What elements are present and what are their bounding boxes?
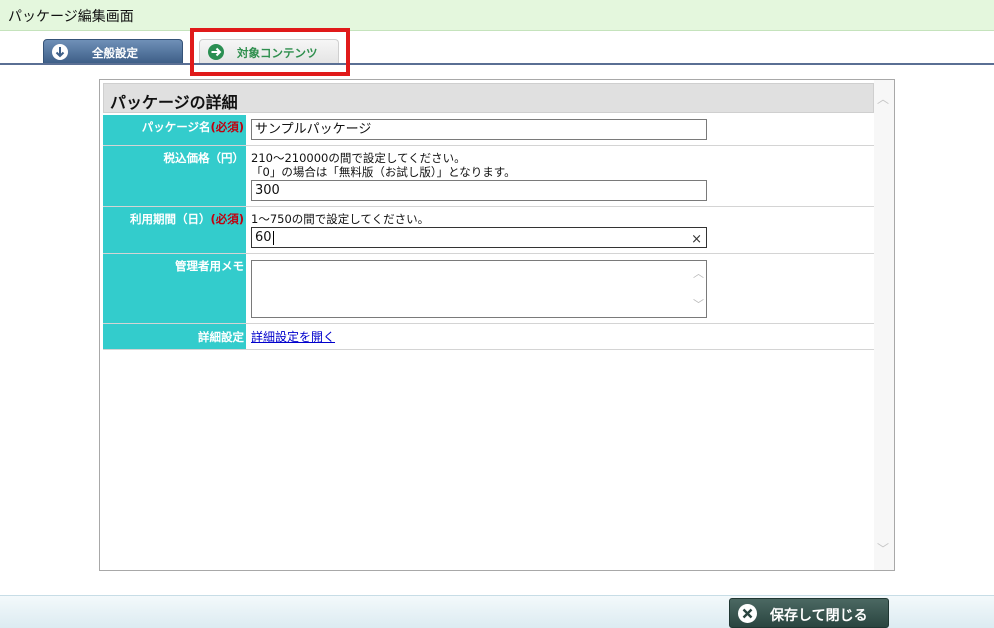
highlight-box <box>190 28 350 76</box>
open-detail-settings-link[interactable]: 詳細設定を開く <box>251 328 335 345</box>
price-label: 税込価格（円） <box>163 151 245 165</box>
required-mark: (必須) <box>210 120 244 134</box>
package-name-label: パッケージ名(必須) <box>141 120 244 134</box>
content-cell: サンプルパッケージ <box>249 115 874 145</box>
chevron-down-icon[interactable]: ﹀ <box>877 542 889 556</box>
row-detail-settings: 詳細設定 詳細設定を開く <box>103 324 874 350</box>
label-cell: 管理者用メモ <box>103 254 247 323</box>
period-label: 利用期間（日）(必須) <box>129 212 244 226</box>
arrow-down-circle-icon <box>52 44 68 60</box>
row-period: 利用期間（日）(必須) 1～750の間で設定してください。 60 × <box>103 207 874 254</box>
label-cell: 税込価格（円） <box>103 146 247 206</box>
row-admin-memo: 管理者用メモ ︿ ﹀ <box>103 254 874 324</box>
text-caret <box>272 230 274 245</box>
admin-memo-label: 管理者用メモ <box>175 259 244 273</box>
tab-general-settings[interactable]: 全般設定 <box>43 39 183 64</box>
title-bar: パッケージ編集画面 <box>0 0 994 31</box>
save-and-close-button[interactable]: 保存して閉じる <box>729 598 889 628</box>
close-circle-icon <box>738 604 757 623</box>
content-cell: 1～750の間で設定してください。 60 × <box>249 207 874 253</box>
package-name-input[interactable]: サンプルパッケージ <box>251 119 707 140</box>
content-cell: 詳細設定を開く <box>249 324 874 349</box>
price-input[interactable]: 300 <box>251 180 707 201</box>
section-title: パッケージの詳細 <box>110 93 238 112</box>
package-details-panel: パッケージの詳細 パッケージ名(必須) サンプルパッケージ 税込価格（円） 21… <box>99 79 895 571</box>
tab-general-settings-label: 全般設定 <box>92 46 138 60</box>
required-mark: (必須) <box>210 212 244 226</box>
admin-memo-textarea[interactable] <box>251 260 707 318</box>
period-input[interactable]: 60 × <box>251 227 707 248</box>
price-help-text: 210～210000の間で設定してください。 <box>251 151 466 165</box>
chevron-up-icon[interactable]: ︿ <box>877 92 889 106</box>
label-cell: 利用期間（日）(必須) <box>103 207 247 253</box>
panel-scrollbar[interactable]: ︿ ﹀ <box>874 80 894 570</box>
window-title: パッケージ編集画面 <box>8 9 134 25</box>
label-cell: 詳細設定 <box>103 324 247 349</box>
tab-bar-underline <box>0 63 994 65</box>
detail-settings-label: 詳細設定 <box>198 330 244 344</box>
row-price: 税込価格（円） 210～210000の間で設定してください。 「0」の場合は「無… <box>103 146 874 207</box>
save-and-close-label: 保存して閉じる <box>770 608 868 624</box>
period-help-text: 1～750の間で設定してください。 <box>251 212 430 226</box>
clear-icon[interactable]: × <box>691 230 702 247</box>
content-cell: ︿ ﹀ <box>249 254 874 323</box>
row-package-name: パッケージ名(必須) サンプルパッケージ <box>103 115 874 146</box>
content-cell: 210～210000の間で設定してください。 「0」の場合は「無料版（お試し版）… <box>249 146 874 206</box>
price-help-text-free: 「0」の場合は「無料版（お試し版）」となります。 <box>251 165 516 179</box>
label-cell: パッケージ名(必須) <box>103 115 247 145</box>
section-header: パッケージの詳細 <box>103 83 874 113</box>
